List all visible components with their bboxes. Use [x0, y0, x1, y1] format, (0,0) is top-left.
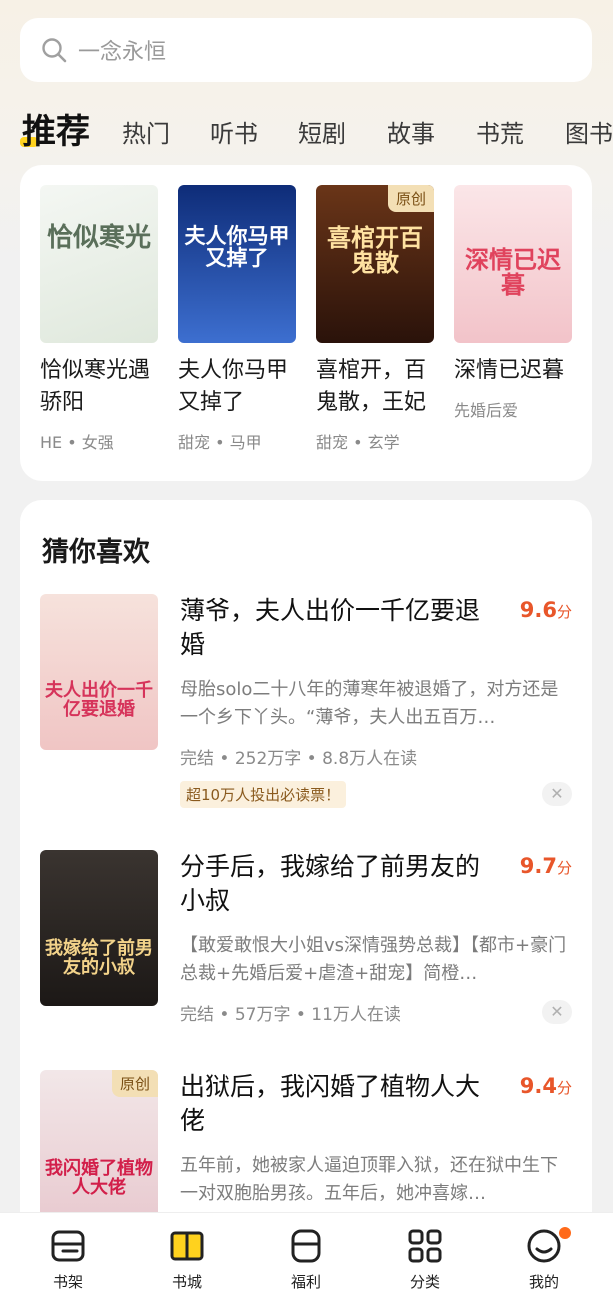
- book-description: 五年前，她被家人逼迫顶罪入狱，还在狱中生下一对双胞胎男孩。五年后，她冲喜嫁…: [180, 1155, 558, 1204]
- bookstore-icon: [170, 1231, 204, 1261]
- book-title: 喜棺开，百鬼散，王妃: [316, 358, 427, 415]
- rating-score: 9.7分: [519, 854, 572, 878]
- tab-book-shortage[interactable]: 书荒: [476, 114, 524, 149]
- tab-story[interactable]: 故事: [387, 114, 435, 149]
- profile-icon: [527, 1229, 561, 1263]
- cover-title: 我嫁给了前男友的小叔: [45, 938, 153, 978]
- list-item[interactable]: 原创 我闪婚了植物人大佬 出狱后，我闪婚了植物人大佬 9.4分 五年前，她被家人…: [40, 1070, 572, 1226]
- profile-notification-dot: [559, 1227, 571, 1239]
- tab-short-drama[interactable]: 短剧: [298, 114, 346, 149]
- book-cover: 原创 喜棺开百鬼散: [316, 185, 434, 343]
- book-cover: 原创 我闪婚了植物人大佬: [40, 1070, 158, 1226]
- book-cover: 深情已迟暮: [454, 185, 572, 343]
- featured-book[interactable]: 原创 喜棺开百鬼散 喜棺开，百鬼散，王妃 甜宠 • 玄学: [316, 185, 434, 453]
- rating-score: 9.4分: [519, 1074, 572, 1098]
- book-tags: HE • 女强: [40, 433, 114, 452]
- nav-label: 分类: [409, 1273, 440, 1291]
- book-meta: 完结 • 57万字 • 11万人在读: [180, 1005, 401, 1025]
- book-description: 母胎solo二十八年的薄寒年被退婚了，对方还是一个乡下丫头。“薄爷，夫人出五百万…: [180, 679, 559, 728]
- book-tags: 甜宠 • 马甲: [178, 433, 262, 452]
- featured-books-card: 恰似寒光 恰似寒光遇骄阳 HE • 女强 夫人你马甲又掉了 夫人你马甲又掉了 甜…: [20, 165, 592, 481]
- search-bar[interactable]: 一念永恒: [20, 18, 592, 82]
- category-icon: [408, 1229, 442, 1263]
- nav-label: 我的: [528, 1273, 559, 1291]
- search-icon: [42, 38, 67, 63]
- list-item[interactable]: 夫人出价一千亿要退婚 薄爷，夫人出价一千亿要退婚 9.6分 母胎solo二十八年…: [40, 594, 572, 814]
- original-badge: 原创: [111, 1070, 158, 1097]
- tab-hot[interactable]: 热门: [122, 114, 170, 149]
- cover-title: 喜棺开百鬼散: [327, 223, 423, 278]
- welfare-icon: [291, 1229, 321, 1263]
- book-title: 分手后，我嫁给了前男友的小叔: [180, 852, 481, 915]
- book-title: 恰似寒光遇骄阳: [40, 358, 151, 415]
- book-cover: 恰似寒光: [40, 185, 158, 343]
- list-item[interactable]: 我嫁给了前男友的小叔 分手后，我嫁给了前男友的小叔 9.7分 【敢爱敢恨大小姐v…: [40, 850, 572, 1030]
- cover-title: 恰似寒光: [46, 223, 151, 253]
- nav-label: 书城: [171, 1273, 202, 1291]
- original-badge: 原创: [387, 185, 434, 212]
- search-placeholder: 一念永恒: [78, 40, 167, 65]
- rating-score: 9.6分: [519, 598, 572, 622]
- cover-title: 我闪婚了植物人大佬: [45, 1158, 153, 1198]
- book-title: 深情已迟暮: [454, 358, 565, 383]
- close-icon[interactable]: ✕: [542, 782, 572, 806]
- tab-recommend[interactable]: 推荐: [20, 104, 90, 153]
- nav-welfare[interactable]: 福利: [271, 1227, 341, 1292]
- bookshelf-icon: [51, 1230, 85, 1262]
- featured-book[interactable]: 夫人你马甲又掉了 夫人你马甲又掉了 甜宠 • 马甲: [178, 185, 296, 453]
- recommendations-card: 猜你喜欢 夫人出价一千亿要退婚 薄爷，夫人出价一千亿要退婚 9.6分 母胎sol…: [20, 500, 592, 1240]
- category-tabs: 推荐 热门 听书 短剧 故事 书荒 图书: [0, 100, 613, 160]
- nav-bookstore[interactable]: 书城: [152, 1227, 222, 1292]
- section-title: 猜你喜欢: [42, 537, 150, 568]
- book-meta: 完结 • 252万字 • 8.8万人在读: [180, 749, 418, 769]
- book-cover: 夫人出价一千亿要退婚: [40, 594, 158, 750]
- book-title: 夫人你马甲又掉了: [178, 358, 289, 415]
- book-tags: 先婚后爱: [454, 401, 519, 420]
- book-tags: 甜宠 • 玄学: [316, 433, 400, 452]
- book-title: 出狱后，我闪婚了植物人大佬: [180, 1072, 481, 1135]
- book-cover: 我嫁给了前男友的小叔: [40, 850, 158, 1006]
- nav-label: 福利: [290, 1273, 321, 1291]
- bottom-nav: 书架 书城 福利 分类 我的: [0, 1212, 613, 1303]
- cover-title: 深情已迟暮: [465, 245, 561, 300]
- vote-pill: 超10万人投出必读票！: [180, 781, 347, 808]
- close-icon[interactable]: ✕: [542, 1000, 572, 1024]
- book-title: 薄爷，夫人出价一千亿要退婚: [180, 596, 481, 659]
- nav-category[interactable]: 分类: [390, 1227, 460, 1292]
- book-description: 【敢爱敢恨大小姐vs深情强势总裁】【都市+豪门总裁+先婚后爱+虐渣+甜宠】简橙…: [180, 935, 567, 984]
- nav-bookshelf[interactable]: 书架: [33, 1227, 103, 1292]
- book-cover: 夫人你马甲又掉了: [178, 185, 296, 343]
- featured-book[interactable]: 恰似寒光 恰似寒光遇骄阳 HE • 女强: [40, 185, 158, 453]
- cover-title: 夫人出价一千亿要退婚: [45, 680, 153, 720]
- tab-books[interactable]: 图书: [565, 114, 613, 149]
- cover-title: 夫人你马甲又掉了: [184, 223, 290, 271]
- nav-label: 书架: [52, 1273, 83, 1291]
- tab-audiobook[interactable]: 听书: [210, 114, 258, 149]
- featured-book[interactable]: 深情已迟暮 深情已迟暮 先婚后爱: [454, 185, 572, 421]
